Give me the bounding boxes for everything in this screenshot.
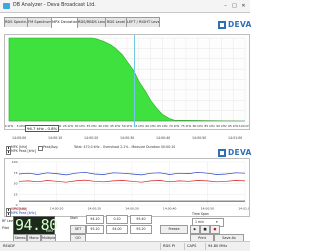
preset-frequency-1[interactable]: 95.10 — [86, 225, 104, 234]
status-state: READY — [3, 244, 15, 248]
tab-rds-spectrum[interactable]: RDS Spectrum — [4, 17, 28, 27]
x-tick-label: 70 kHz — [169, 124, 180, 128]
mpx-deviation-chart: 0 kHz5 kHz10 kHz15 kHz20 kHz25 kHz30 kHz… — [4, 34, 250, 132]
x-tick-label: 95 kHz — [228, 124, 239, 128]
x-tick-label: 0 kHz — [5, 124, 14, 128]
x-tick-label: 75 kHz — [181, 124, 192, 128]
peak-avg-label: Peak/Avg — [43, 145, 58, 149]
x-tick-label: 35 kHz — [86, 124, 97, 128]
time-tick-label: 14:00:10 — [48, 136, 63, 140]
y-tick-label: 50 — [14, 182, 18, 186]
time-span-label: Time Span — [192, 212, 209, 216]
tab-mpx-deviation[interactable]: MPX Deviation — [51, 17, 78, 28]
start-frequency-field[interactable]: 94.10 — [86, 215, 104, 224]
pilot-label: Pilot — [2, 226, 9, 230]
time-tick-label: 14:00:20 — [84, 136, 99, 140]
x-tick-label: 60 kHz — [145, 124, 156, 128]
stop-frequency-field[interactable]: 95.40 — [130, 215, 152, 224]
x-tick-label: 65 kHz — [157, 124, 168, 128]
x-tick-label: 80 kHz — [193, 124, 204, 128]
deva-logo-icon — [218, 149, 226, 157]
time-tick-label: 14:01:00 — [228, 136, 243, 140]
view-tabs: RDS Spectrum FM Spectrum MPX Deviation R… — [4, 17, 184, 28]
tab-left-right-level[interactable]: LEFT / RIGHT Level — [126, 17, 160, 27]
maximize-button[interactable]: □ — [231, 3, 238, 9]
deva-logo: DEVA — [218, 21, 251, 29]
x-tick-label: 30 kHz — [75, 124, 86, 128]
play-button[interactable]: ▶ — [190, 225, 200, 234]
preset-frequency-2[interactable]: 94.00 — [106, 225, 128, 234]
chart-annotation: 96.7 kHz - 0.8% — [25, 125, 60, 132]
title-bar: DB Analyzer - Deva Broadcast Ltd. – □ ✕ — [0, 0, 250, 13]
x-tick-label: 14:01:00 — [238, 207, 249, 211]
deva-logo-text: DEVA — [228, 148, 252, 157]
app-logo-icon — [3, 3, 10, 9]
x-tick-label: 90 kHz — [216, 124, 227, 128]
close-button[interactable]: ✕ — [240, 3, 247, 9]
time-tick-label: 14:00:40 — [156, 136, 171, 140]
freeze-button[interactable]: Freeze — [160, 225, 188, 234]
minimize-button[interactable]: – — [222, 3, 229, 9]
chevron-down-icon[interactable]: ▾ — [216, 220, 218, 224]
x-tick-label: 14:00:30 — [125, 207, 139, 211]
deva-logo-text: DEVA — [228, 20, 252, 29]
chart-options-row: MPX [kHz] MPX Peak [kHz] Peak/Avg Total:… — [4, 144, 248, 155]
time-tick-label: 14:00:50 — [192, 136, 207, 140]
x-tick-label: 85 kHz — [204, 124, 215, 128]
step-field[interactable]: 0.10 — [106, 215, 128, 224]
frequency-unit: MHz — [45, 229, 53, 233]
x-tick-label: 100 kHz — [239, 124, 249, 128]
time-tick-label: 14:00:30 — [120, 136, 135, 140]
x-tick-label: 14:00:50 — [201, 207, 215, 211]
x-tick-label: 50 kHz — [122, 124, 133, 128]
tab-rds-level[interactable]: RDS Level — [105, 17, 127, 27]
status-divider — [205, 243, 206, 250]
top-time-axis: 14:00:00 14:00:10 14:00:20 14:00:30 14:00:40… — [4, 136, 248, 142]
y-tick-label: 75 — [14, 171, 18, 175]
measurement-info: Total: 470.0 kHz - Overshoot 2.1% - Meas… — [74, 145, 176, 149]
stop-button[interactable]: ■ — [200, 225, 210, 234]
deviation-marker-line — [134, 35, 135, 127]
status-frequency: 94.80 MHz — [208, 244, 228, 248]
deva-logo-icon — [218, 21, 226, 29]
y-tick-label: 25 — [14, 192, 18, 196]
x-tick-label: 14:00:40 — [163, 207, 177, 211]
preset-frequency-3[interactable]: 95.20 — [130, 225, 152, 234]
deva-logo-lower: DEVA — [218, 149, 251, 157]
mpx-deviation-chart-svg: 0 kHz5 kHz10 kHz15 kHz20 kHz25 kHz30 kHz… — [5, 37, 249, 128]
status-caps: CAPS — [187, 244, 197, 248]
mpx-peak-checkbox-label: MPX Peak [kHz] — [11, 149, 36, 153]
set-button[interactable]: SET — [70, 225, 86, 234]
window-title: DB Analyzer - Deva Broadcast Ltd. — [13, 3, 96, 8]
tab-rds-rbds-level[interactable]: RDS/RBDS Level — [77, 17, 106, 27]
time-tick-label: 14:00:00 — [12, 136, 27, 140]
frequency-readout: 94.80 MHz — [13, 216, 58, 235]
status-rds-pi: RDS PI — [163, 244, 175, 248]
x-tick-label: 25 kHz — [63, 124, 74, 128]
x-tick-label: 40 kHz — [98, 124, 109, 128]
record-button[interactable]: ● — [210, 225, 220, 234]
x-tick-label: 55 kHz — [134, 124, 145, 128]
start-label: Start — [70, 216, 78, 220]
status-divider — [160, 243, 161, 250]
legend-mpx-peak-label: MPX Peak [kHz] — [11, 211, 36, 215]
x-tick-label: 45 kHz — [110, 124, 121, 128]
tab-fm-spectrum[interactable]: FM Spectrum — [27, 17, 52, 27]
y-tick-label: 100 — [12, 160, 18, 164]
status-divider — [184, 243, 185, 250]
